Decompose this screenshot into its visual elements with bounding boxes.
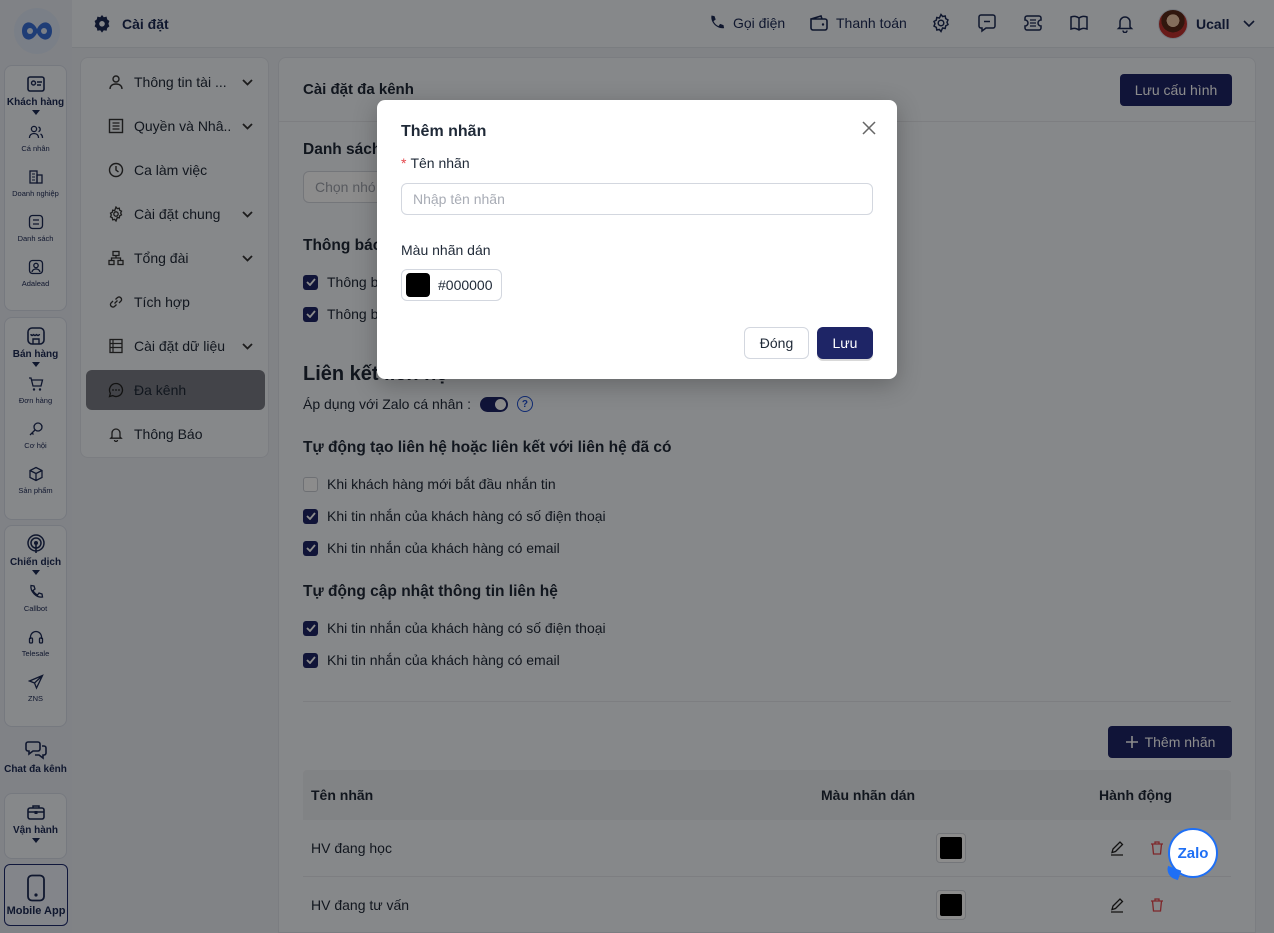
close-button[interactable]: Đóng bbox=[744, 327, 809, 359]
tag-name-input[interactable]: Nhập tên nhãn bbox=[401, 183, 873, 215]
modal-close-button[interactable] bbox=[860, 119, 878, 137]
modal-title: Thêm nhãn bbox=[401, 123, 487, 140]
add-tag-modal: Thêm nhãn * Tên nhãn Nhập tên nhãn Màu nh… bbox=[377, 100, 897, 379]
tag-color-label: Màu nhãn dán bbox=[401, 242, 491, 258]
save-button[interactable]: Lưu bbox=[817, 327, 873, 359]
tag-name-label: * Tên nhãn bbox=[401, 155, 470, 171]
color-picker-swatch bbox=[406, 273, 430, 297]
close-icon bbox=[862, 121, 876, 135]
tag-name-label-text: Tên nhãn bbox=[410, 155, 470, 171]
zalo-chat-widget[interactable]: Zalo bbox=[1168, 828, 1218, 878]
color-picker-value: #000000 bbox=[438, 277, 493, 293]
color-picker[interactable]: #000000 bbox=[401, 269, 502, 301]
